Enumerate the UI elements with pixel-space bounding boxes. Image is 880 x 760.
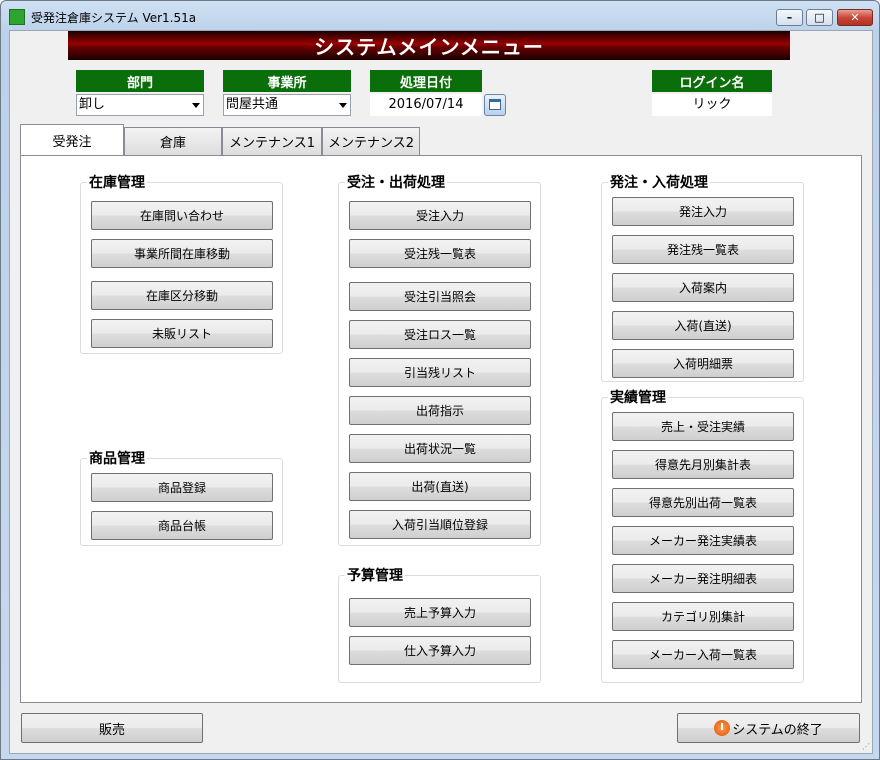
exit-system-button[interactable]: システムの終了: [677, 713, 860, 743]
maximize-icon: □: [814, 11, 825, 24]
direct-shipping-button[interactable]: 出荷(直送): [349, 472, 531, 501]
office-select[interactable]: 問屋共通: [223, 94, 351, 116]
main-menu-banner: システムメインメニュー: [68, 31, 790, 60]
unsold-list-button[interactable]: 未販リスト: [91, 319, 273, 348]
date-field[interactable]: 2016/07/14: [370, 94, 482, 116]
purchase-receiving-group: 発注・入荷処理 発注入力 発注残一覧表 入荷案内 入荷(直送) 入荷明細票: [601, 172, 804, 382]
maker-order-results-button[interactable]: メーカー発注実績表: [612, 526, 794, 555]
order-shipping-group: 受注・出荷処理 受注入力 受注残一覧表 受注引当照会 受注ロス一覧 引当残リスト…: [338, 172, 541, 546]
resize-grip-icon[interactable]: ⋰: [862, 742, 870, 751]
window-title: 受発注倉庫システム Ver1.51a: [31, 11, 197, 25]
purchase-backlog-list-button[interactable]: 発注残一覧表: [612, 235, 794, 264]
calendar-icon: [489, 99, 501, 110]
tab-orders[interactable]: 受発注: [20, 124, 124, 155]
office-label: 事業所: [223, 70, 351, 92]
purchase-budget-entry-button[interactable]: 仕入予算入力: [349, 636, 531, 665]
product-group: 商品管理 商品登録 商品台帳: [80, 448, 283, 546]
inventory-group-title: 在庫管理: [87, 172, 147, 192]
close-icon: ✕: [850, 11, 860, 24]
app-icon: [9, 9, 25, 25]
allocation-remaining-list-button[interactable]: 引当残リスト: [349, 358, 531, 387]
power-icon: [714, 720, 731, 736]
minimize-icon: –: [786, 11, 793, 24]
login-label: ログイン名: [652, 70, 772, 92]
chevron-down-icon: [192, 103, 200, 108]
category-summary-button[interactable]: カテゴリ別集計: [612, 602, 794, 631]
department-select[interactable]: 卸し: [76, 94, 204, 116]
tab-warehouse[interactable]: 倉庫: [124, 127, 222, 155]
budget-group: 予算管理 売上予算入力 仕入予算入力: [338, 565, 541, 683]
date-label: 処理日付: [370, 70, 482, 92]
close-button[interactable]: ✕: [837, 9, 873, 26]
shipping-instruction-button[interactable]: 出荷指示: [349, 396, 531, 425]
department-label: 部門: [76, 70, 204, 92]
inventory-group: 在庫管理 在庫問い合わせ 事業所間在庫移動 在庫区分移動 未販リスト: [80, 172, 283, 354]
maker-order-detail-button[interactable]: メーカー発注明細表: [612, 564, 794, 593]
inter-office-transfer-button[interactable]: 事業所間在庫移動: [91, 239, 273, 268]
customer-shipping-list-button[interactable]: 得意先別出荷一覧表: [612, 488, 794, 517]
results-group: 実績管理 売上・受注実績 得意先月別集計表 得意先別出荷一覧表 メーカー発注実績…: [601, 387, 804, 683]
exit-system-label: システムの終了: [732, 722, 823, 738]
sales-budget-entry-button[interactable]: 売上予算入力: [349, 598, 531, 627]
inventory-inquiry-button[interactable]: 在庫問い合わせ: [91, 201, 273, 230]
order-allocation-inquiry-button[interactable]: 受注引当照会: [349, 282, 531, 311]
customer-monthly-summary-button[interactable]: 得意先月別集計表: [612, 450, 794, 479]
maker-receiving-list-button[interactable]: メーカー入荷一覧表: [612, 640, 794, 669]
product-ledger-button[interactable]: 商品台帳: [91, 511, 273, 540]
sales-order-results-button[interactable]: 売上・受注実績: [612, 412, 794, 441]
office-value: 問屋共通: [226, 97, 279, 112]
receiving-detail-button[interactable]: 入荷明細票: [612, 349, 794, 378]
app-window: 受発注倉庫システム Ver1.51a – □ ✕ システムメインメニュー 部門 …: [0, 0, 880, 760]
purchase-receiving-group-title: 発注・入荷処理: [608, 172, 710, 192]
sales-button[interactable]: 販売: [21, 713, 203, 743]
login-name: リック: [652, 94, 772, 116]
tab-maintenance1[interactable]: メンテナンス1: [222, 127, 322, 155]
tab-maintenance2[interactable]: メンテナンス2: [322, 127, 420, 155]
calendar-button[interactable]: [484, 94, 506, 116]
purchase-entry-button[interactable]: 発注入力: [612, 197, 794, 226]
order-loss-list-button[interactable]: 受注ロス一覧: [349, 320, 531, 349]
client-area: システムメインメニュー 部門 卸し 事業所 問屋共通 処理日付 2016/07/…: [9, 30, 873, 754]
budget-group-title: 予算管理: [345, 565, 405, 585]
receiving-notice-button[interactable]: 入荷案内: [612, 273, 794, 302]
order-entry-button[interactable]: 受注入力: [349, 201, 531, 230]
title-bar[interactable]: 受発注倉庫システム Ver1.51a – □ ✕: [1, 1, 879, 31]
order-shipping-group-title: 受注・出荷処理: [345, 172, 447, 192]
maximize-button[interactable]: □: [806, 9, 833, 26]
order-backlog-list-button[interactable]: 受注残一覧表: [349, 239, 531, 268]
product-group-title: 商品管理: [87, 448, 147, 468]
inventory-class-transfer-button[interactable]: 在庫区分移動: [91, 281, 273, 310]
product-registration-button[interactable]: 商品登録: [91, 473, 273, 502]
receiving-allocation-priority-button[interactable]: 入荷引当順位登録: [349, 510, 531, 539]
minimize-button[interactable]: –: [776, 9, 803, 26]
department-value: 卸し: [79, 97, 106, 112]
chevron-down-icon: [339, 103, 347, 108]
results-group-title: 実績管理: [608, 387, 668, 407]
tab-panel: 在庫管理 在庫問い合わせ 事業所間在庫移動 在庫区分移動 未販リスト 商品管理 …: [20, 155, 862, 703]
shipping-status-list-button[interactable]: 出荷状況一覧: [349, 434, 531, 463]
direct-receiving-button[interactable]: 入荷(直送): [612, 311, 794, 340]
